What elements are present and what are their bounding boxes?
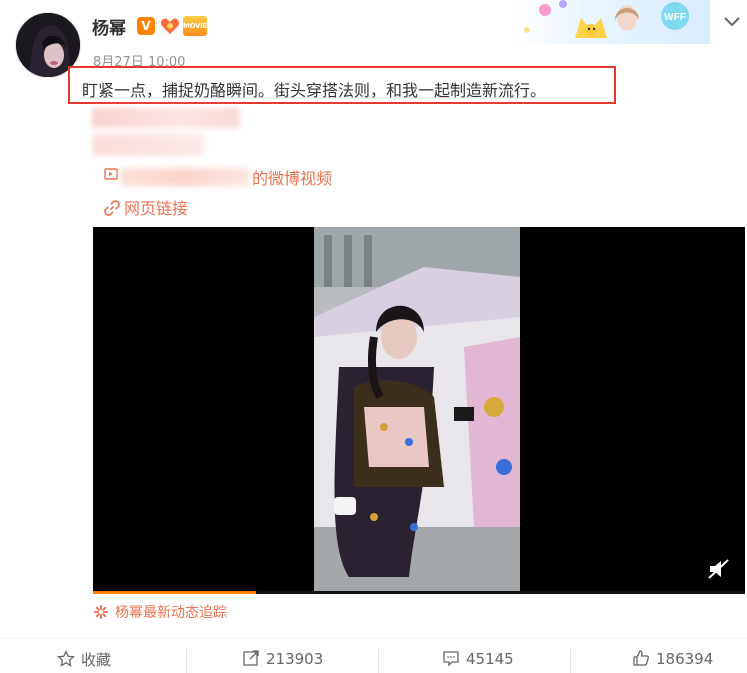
fan-heart-badge-icon	[160, 17, 180, 35]
mute-icon[interactable]	[706, 556, 732, 582]
like-button[interactable]: 186394	[632, 649, 713, 668]
video-source-link[interactable]	[104, 165, 118, 185]
comment-button[interactable]: 45145	[442, 649, 514, 668]
repost-button[interactable]: 213903	[242, 649, 323, 668]
webpage-link[interactable]: 网页链接	[104, 195, 188, 219]
action-divider	[186, 649, 187, 673]
action-divider	[378, 649, 379, 673]
post-text: 盯紧一点，捕捉奶酪瞬间。街头穿搭法则，和我一起制造新流行。	[82, 81, 547, 100]
repost-count: 213903	[266, 650, 324, 668]
webpage-link-label: 网页链接	[124, 199, 189, 218]
highlight-box: 盯紧一点，捕捉奶酪瞬间。街头穿搭法则，和我一起制造新流行。	[68, 66, 616, 104]
repost-icon	[243, 650, 259, 666]
chevron-down-icon[interactable]	[721, 10, 743, 32]
favorite-button[interactable]: 收藏	[57, 649, 111, 670]
blurred-content	[92, 108, 240, 128]
link-icon	[104, 200, 120, 216]
movie-badge-icon: MOVIE	[183, 16, 207, 36]
verified-badge-icon: V	[137, 17, 155, 35]
action-bar: 收藏 213903 45145 186394	[0, 638, 747, 673]
comment-icon	[443, 651, 459, 667]
video-source-label[interactable]: 的微博视频	[252, 165, 332, 189]
like-icon	[633, 650, 649, 666]
sparkle-icon	[94, 605, 108, 619]
event-banner[interactable]: WFF	[515, 0, 710, 44]
like-count: 186394	[656, 650, 714, 668]
username[interactable]: 杨幂	[92, 14, 126, 39]
favorite-label: 收藏	[81, 651, 112, 669]
video-play-icon	[104, 166, 118, 185]
video-progress-fill	[93, 591, 256, 594]
video-frame	[314, 227, 520, 593]
comment-count: 45145	[466, 650, 514, 668]
track-label: 杨幂最新动态追踪	[115, 605, 227, 621]
blurred-content	[92, 134, 204, 156]
banner-text: WFF	[664, 12, 686, 23]
track-link[interactable]: 杨幂最新动态追踪	[93, 602, 227, 622]
action-divider	[570, 649, 571, 673]
star-icon	[57, 649, 75, 667]
blurred-content	[120, 168, 250, 186]
